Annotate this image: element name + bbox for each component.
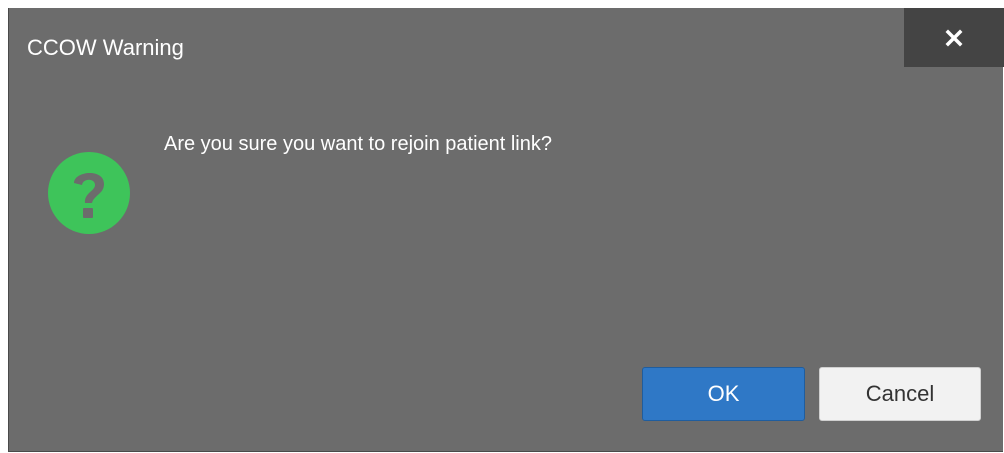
question-icon — [47, 151, 131, 235]
ccow-warning-dialog: CCOW Warning Are you sure you want to re… — [8, 8, 1004, 452]
close-button[interactable] — [904, 8, 1004, 67]
ok-button[interactable]: OK — [642, 367, 805, 421]
dialog-message: Are you sure you want to rejoin patient … — [164, 133, 552, 155]
dialog-title: CCOW Warning — [27, 35, 184, 60]
close-icon — [945, 29, 963, 47]
cancel-button[interactable]: Cancel — [819, 367, 981, 421]
